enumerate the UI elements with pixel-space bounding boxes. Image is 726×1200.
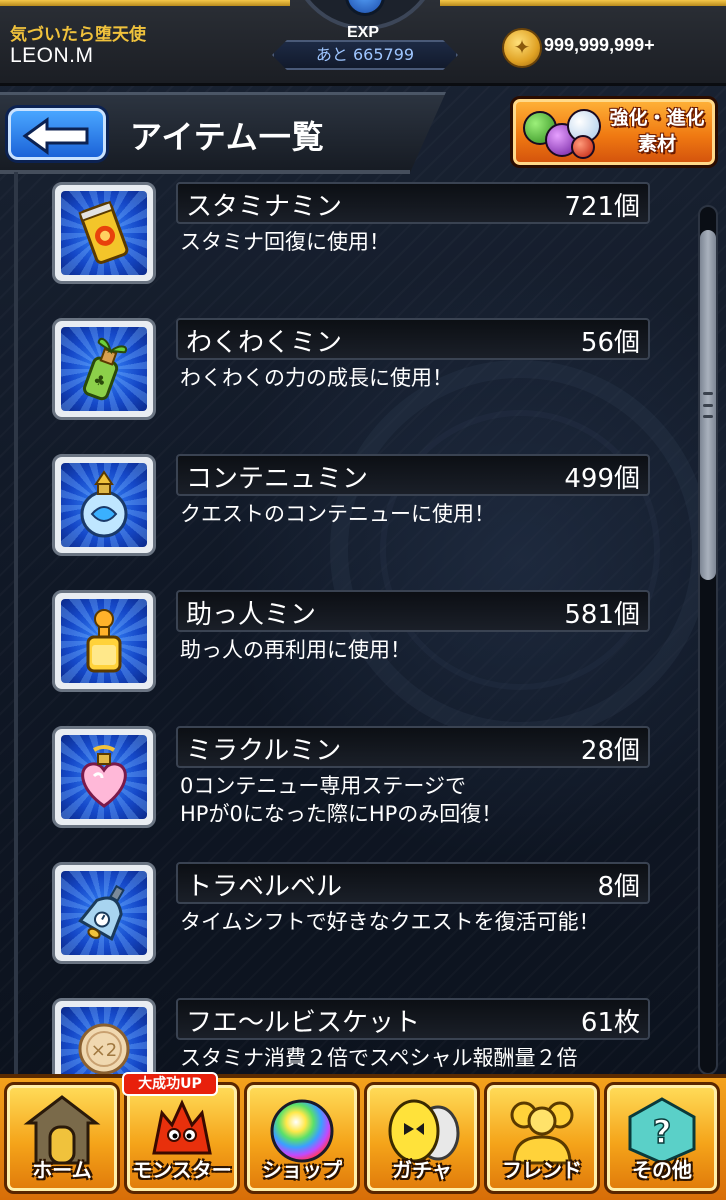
back-button[interactable]	[8, 108, 106, 160]
list-item[interactable]: ミラクルミン 28個 0コンテニュー専用ステージで HPが0になった際にHPのみ…	[18, 720, 696, 828]
item-name: コンテニュミン	[186, 464, 369, 494]
item-count: 28個	[580, 736, 640, 766]
item-count: 581個	[564, 600, 640, 630]
material-button-label: 強化・進化 素材	[609, 107, 705, 155]
list-item[interactable]: トラベルベル 8個 タイムシフトで好きなクエストを復活可能！	[18, 856, 696, 964]
svg-text:×2: ×2	[91, 1040, 118, 1061]
item-description: スタミナ消費２倍でスペシャル報酬量２倍	[180, 1046, 578, 1070]
nav-friend-label: フレンド	[502, 1158, 582, 1182]
item-icon-frame: ♣	[52, 318, 156, 420]
nav-monster-button[interactable]: モンスター	[124, 1082, 240, 1194]
page-title: アイテム一覧	[130, 118, 325, 156]
item-count: 61枚	[580, 1008, 640, 1038]
scrollbar-grip-icon	[703, 392, 713, 418]
continue-flask-icon	[80, 470, 128, 538]
item-description: 助っ人の再利用に使用！	[180, 638, 411, 662]
list-item[interactable]: 助っ人ミン 581個 助っ人の再利用に使用！	[18, 584, 696, 692]
exp-remaining: あと 665799	[272, 40, 458, 70]
item-icon-frame: ×2	[52, 998, 156, 1080]
material-button[interactable]: 強化・進化 素材	[510, 96, 718, 168]
nav-shop-button[interactable]: ショップ	[244, 1082, 360, 1194]
item-name: フエ～ルビスケット	[186, 1008, 421, 1038]
nav-shop-label: ショップ	[262, 1158, 342, 1182]
item-count: 499個	[564, 464, 640, 494]
item-name: 助っ人ミン	[186, 600, 317, 630]
nav-monster-label: モンスター	[132, 1158, 232, 1182]
status-trim-left	[0, 0, 290, 6]
item-list[interactable]: スタミナミン 721個 スタミナ回復に使用！ ♣ わくわくミン 56個 わくわく…	[14, 172, 696, 1080]
item-icon-frame	[52, 590, 156, 692]
helper-bottle-icon	[86, 609, 122, 673]
nav-home-button[interactable]: ホーム	[4, 1082, 120, 1194]
stamina-can-icon	[78, 200, 129, 264]
list-item[interactable]: スタミナミン 721個 スタミナ回復に使用！	[18, 176, 696, 284]
item-count: 8個	[597, 872, 640, 902]
material-orbs-icon	[523, 107, 607, 159]
item-icon-frame	[52, 862, 156, 964]
item-icon-frame	[52, 454, 156, 556]
list-item[interactable]: ×2 フエ～ルビスケット 61枚 スタミナ消費２倍でスペシャル報酬量２倍	[18, 992, 696, 1080]
item-description: スタミナ回復に使用！	[180, 230, 390, 254]
nav-friend-button[interactable]: フレンド	[484, 1082, 600, 1194]
sprout-bottle-icon: ♣	[82, 337, 128, 401]
item-name: トラベルベル	[186, 872, 343, 902]
list-item[interactable]: コンテニュミン 499個 クエストのコンテニューに使用！	[18, 448, 696, 556]
item-count: 56個	[580, 328, 640, 358]
biscuit-icon: ×2	[78, 1023, 130, 1075]
travel-bell-icon	[78, 884, 125, 942]
item-description: クエストのコンテニューに使用！	[180, 502, 495, 526]
item-name: スタミナミン	[186, 192, 343, 222]
svg-text:?: ?	[653, 1113, 672, 1151]
player-name: LEON.M	[10, 44, 94, 67]
item-description: 0コンテニュー専用ステージで HPが0になった際にHPのみ回復！	[180, 774, 503, 826]
item-count: 721個	[564, 192, 640, 222]
item-name: わくわくミン	[186, 328, 343, 358]
nav-other-label: その他	[632, 1158, 692, 1182]
nav-gacha-button[interactable]: ガチャ	[364, 1082, 480, 1194]
back-arrow-icon	[22, 117, 89, 155]
nav-home-label: ホーム	[32, 1158, 92, 1182]
heart-potion-icon	[81, 745, 127, 808]
list-item[interactable]: ♣ わくわくミン 56個 わくわくの力の成長に使用！	[18, 312, 696, 420]
item-description: タイムシフトで好きなクエストを復活可能！	[180, 910, 600, 934]
item-name: ミラクルミン	[186, 736, 342, 766]
item-icon-frame	[52, 726, 156, 828]
coin-count: 999,999,999+	[544, 35, 655, 55]
coin-icon: ✦	[502, 28, 542, 68]
item-icon-frame	[52, 182, 156, 284]
item-description: わくわくの力の成長に使用！	[180, 366, 453, 390]
nav-other-button[interactable]: ? その他	[604, 1082, 720, 1194]
monster-promo-badge: 大成功UP	[122, 1072, 218, 1096]
status-trim-right	[440, 0, 726, 6]
nav-gacha-label: ガチャ	[392, 1158, 452, 1182]
